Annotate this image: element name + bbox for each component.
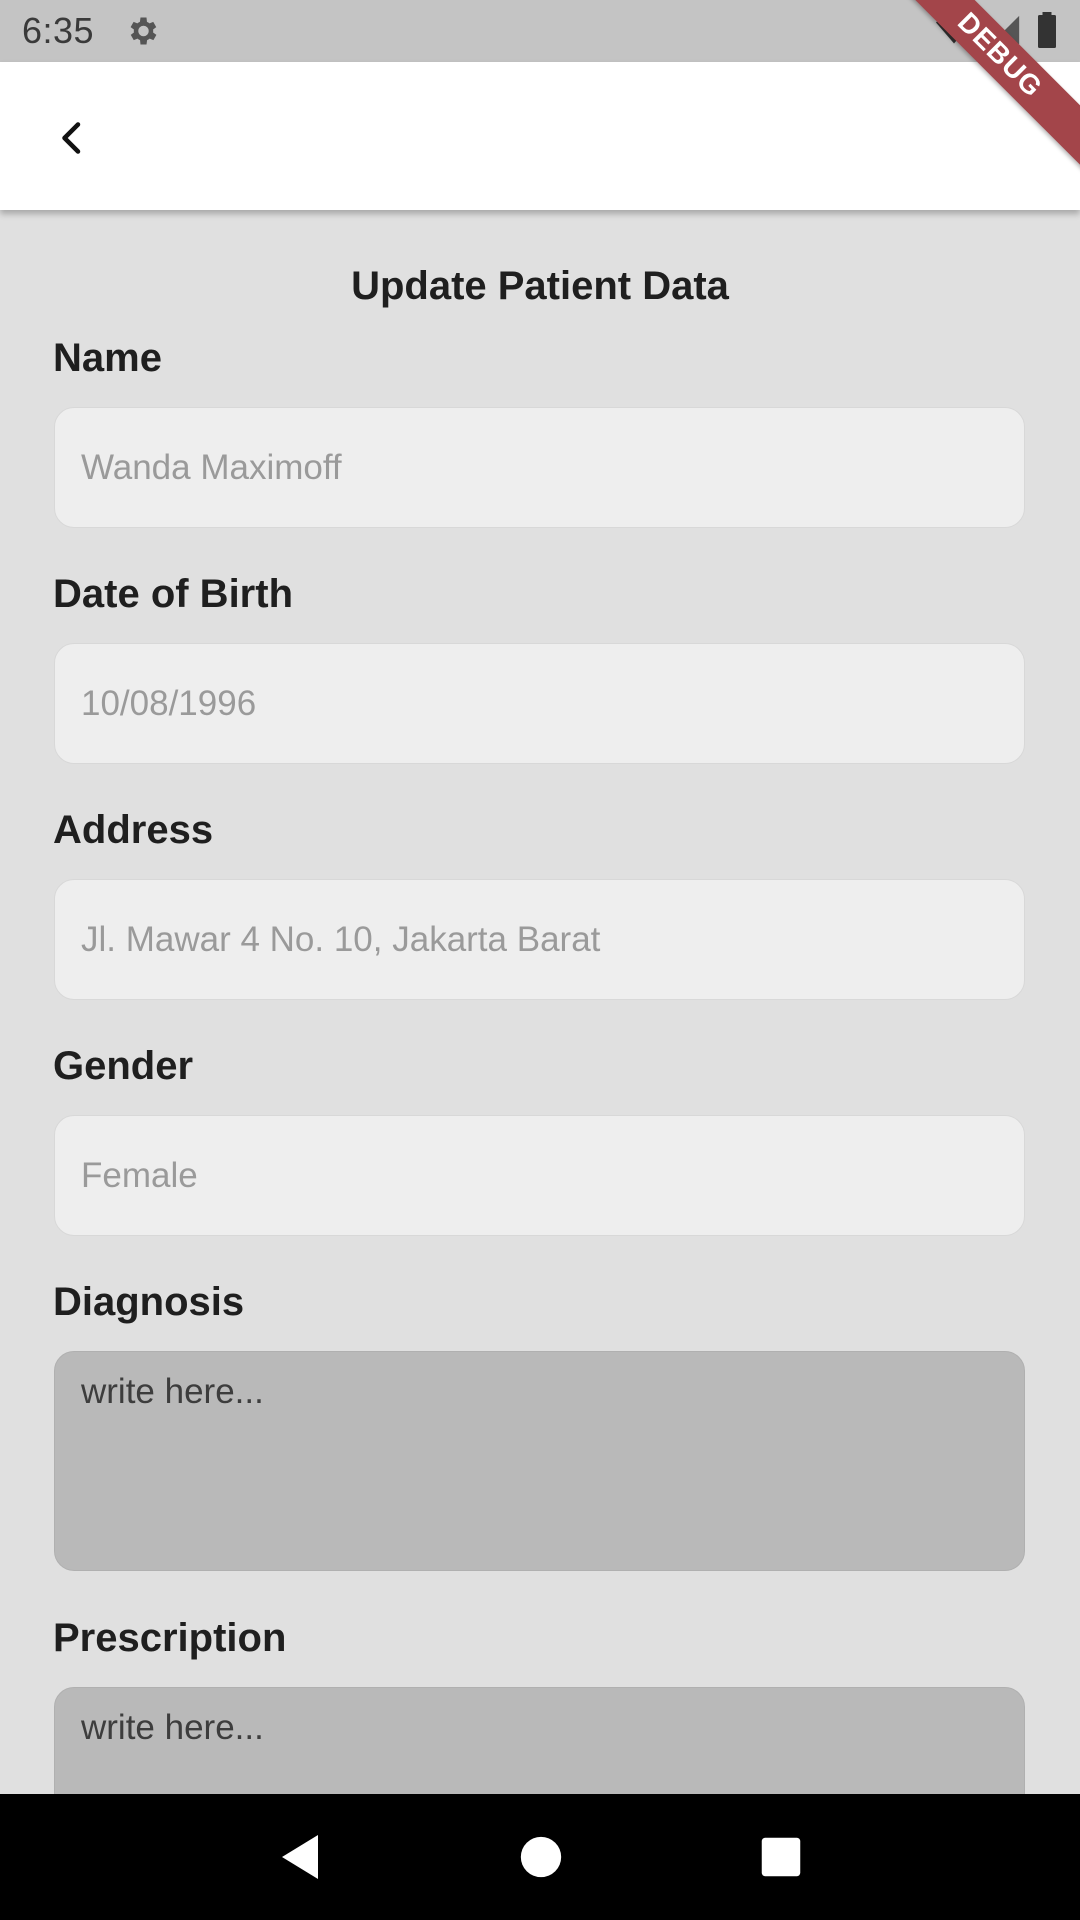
dob-label: Date of Birth: [53, 572, 293, 616]
settings-gear-icon: [130, 17, 157, 45]
nav-back-icon[interactable]: [278, 1833, 322, 1881]
gender-label: Gender: [53, 1044, 194, 1088]
page-title: Update Patient Data: [351, 264, 729, 308]
diagnosis-label: Diagnosis: [53, 1280, 245, 1324]
name-label: Name: [53, 336, 162, 380]
name-input[interactable]: Wanda Maximoff: [54, 407, 1025, 528]
system-nav-bar: [0, 1794, 1080, 1920]
diagnosis-textarea[interactable]: write here...: [54, 1351, 1025, 1571]
back-arrow-icon: [62, 122, 81, 154]
address-label: Address: [53, 808, 214, 852]
status-bar: 6:35: [0, 0, 1080, 62]
battery-icon: [1038, 12, 1056, 48]
form-content: Update Patient Data Name Wanda Maximoff …: [0, 210, 1080, 1794]
nav-recents-icon[interactable]: [760, 1836, 802, 1878]
gender-input[interactable]: Female: [54, 1115, 1025, 1236]
prescription-label: Prescription: [53, 1616, 287, 1660]
dob-input[interactable]: 10/08/1996: [54, 643, 1025, 764]
prescription-textarea[interactable]: write here...: [54, 1687, 1025, 1794]
back-button[interactable]: [40, 106, 104, 170]
nav-home-icon[interactable]: [519, 1835, 563, 1879]
address-input[interactable]: Jl. Mawar 4 No. 10, Jakarta Barat: [54, 879, 1025, 1000]
app-bar: [0, 62, 1080, 210]
status-time: 6:35: [22, 10, 95, 51]
